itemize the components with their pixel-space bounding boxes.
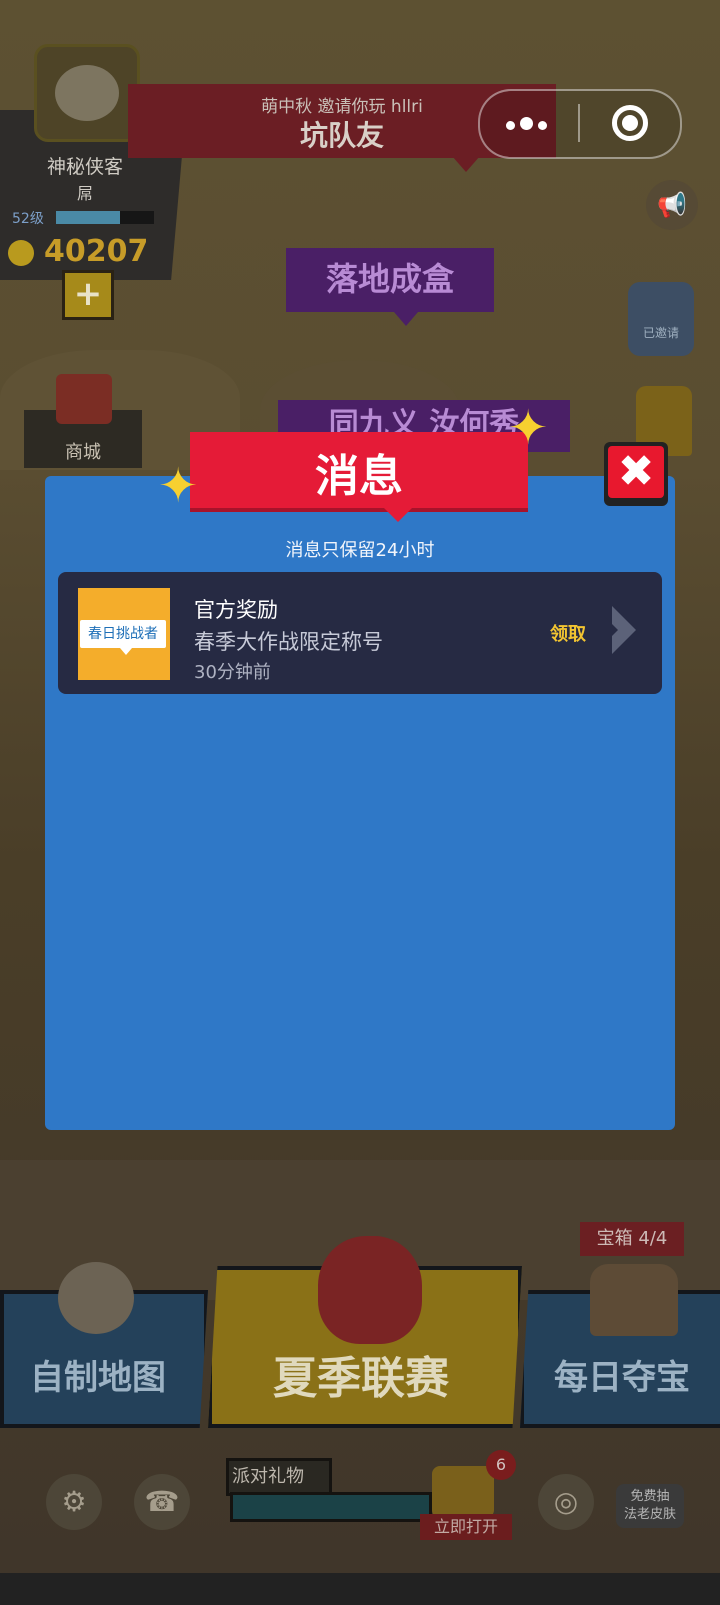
settings-icon[interactable]: ⚙ xyxy=(46,1474,102,1530)
coin-icon xyxy=(8,240,34,266)
bottom-system-bar xyxy=(0,1573,720,1605)
close-button[interactable]: ✖ xyxy=(604,442,668,506)
open-now-button[interactable]: 立即打开 xyxy=(420,1514,512,1540)
chest-icon xyxy=(590,1264,678,1336)
dialog-title: 消息 xyxy=(315,451,403,502)
diy-mascot-icon xyxy=(58,1262,134,1334)
sparkle-icon: ✦ xyxy=(508,400,549,456)
invite-badge-label: 已邀请 xyxy=(642,326,679,340)
level-progress-bar xyxy=(56,211,154,224)
close-miniprogram-button[interactable] xyxy=(582,91,676,155)
shop-label: 商城 xyxy=(65,442,101,463)
invite-badge-icon[interactable] xyxy=(628,282,694,356)
free-draw-label: 免费抽 法老皮肤 xyxy=(623,1489,676,1522)
player-avatar[interactable] xyxy=(34,44,140,142)
sparkle-icon: ✦ xyxy=(158,458,199,514)
invite-banner-tail xyxy=(452,156,480,172)
diy-map-label: 自制地图 xyxy=(30,1358,166,1398)
player-title: 屌 xyxy=(76,184,93,203)
headset-icon[interactable]: ☎ xyxy=(134,1474,190,1530)
daily-treasure-label: 每日夺宝 xyxy=(554,1358,690,1398)
message-title: 官方奖励 xyxy=(194,598,278,622)
thumbnail-tag: 春日挑战者 xyxy=(80,620,166,648)
party-gift-label: 派对礼物 xyxy=(232,1466,304,1487)
level-progress-fill xyxy=(56,211,120,224)
target-icon[interactable]: ◎ xyxy=(538,1474,594,1530)
message-description: 春季大作战限定称号 xyxy=(194,630,383,654)
more-icon xyxy=(506,115,552,134)
player-level: 52级 xyxy=(12,211,44,227)
land-tag-tail xyxy=(394,312,418,326)
claim-button[interactable]: 领取 xyxy=(550,620,586,646)
add-coins-button[interactable]: + xyxy=(62,270,114,320)
summer-league-label: 夏季联赛 xyxy=(273,1353,449,1404)
close-icon: ✖ xyxy=(608,446,664,498)
mascot-icon xyxy=(318,1236,422,1344)
party-gift-progress xyxy=(230,1492,432,1522)
more-button[interactable] xyxy=(480,91,578,155)
land-tag: 落地成盒 xyxy=(286,248,494,312)
chest-count-badge: 宝箱 4/4 xyxy=(580,1222,684,1256)
shop-icon xyxy=(56,374,112,424)
party-chest-icon[interactable] xyxy=(432,1466,494,1518)
coin-count: 40207 xyxy=(44,234,149,269)
party-count-badge: 6 xyxy=(486,1450,516,1480)
retention-note: 消息只保留24小时 xyxy=(285,540,435,561)
message-time: 30分钟前 xyxy=(194,662,271,683)
capsule-divider xyxy=(578,104,580,142)
dialog-title-tail xyxy=(384,508,412,522)
megaphone-icon[interactable]: 📢 xyxy=(646,180,698,230)
thumbnail-tag-tail xyxy=(120,648,132,655)
